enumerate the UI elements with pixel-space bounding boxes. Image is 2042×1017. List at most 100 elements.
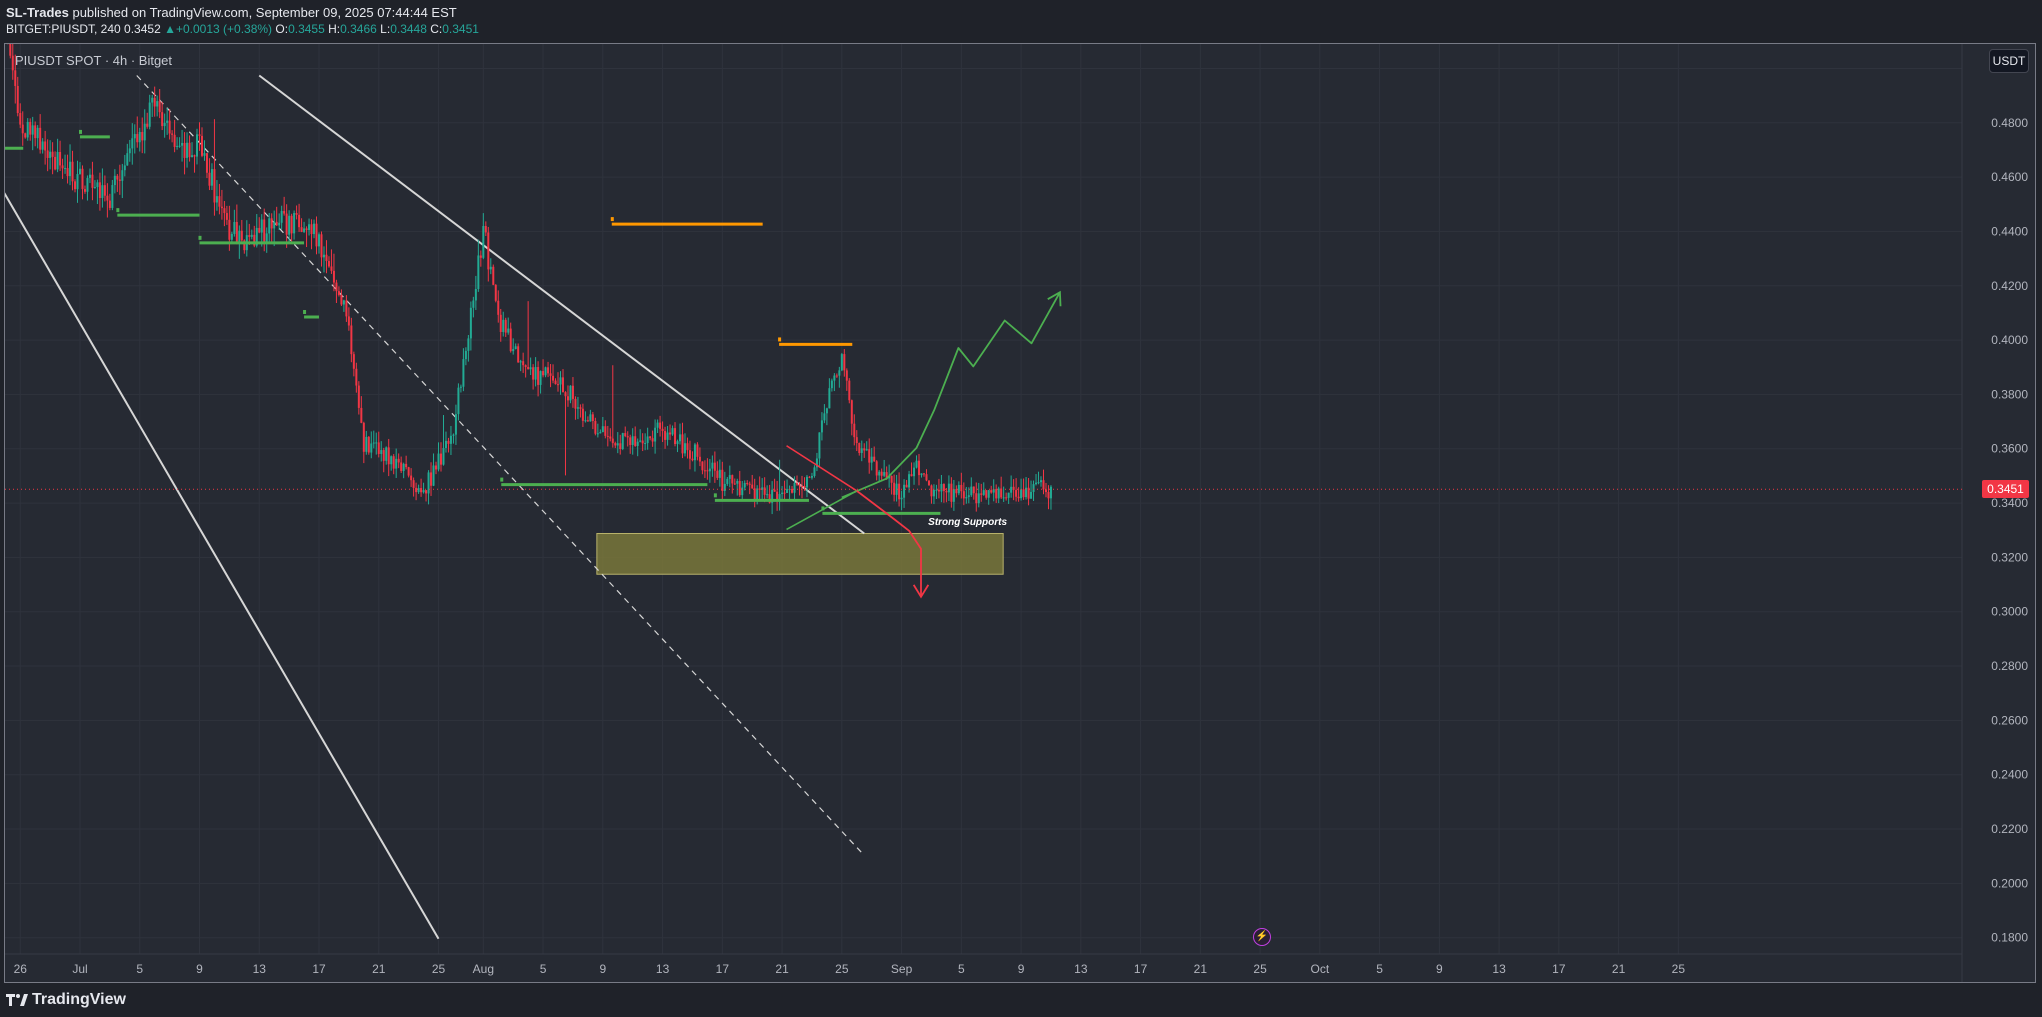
candle-body	[76, 174, 79, 190]
candle-body	[940, 484, 943, 492]
price-change: +0.0013 (+0.38%)	[175, 22, 273, 36]
candle-body	[425, 490, 428, 494]
candle-body	[502, 319, 505, 333]
candle-body	[93, 187, 96, 189]
chart-area[interactable]: 0.50000.48000.46000.44000.42000.40000.38…	[4, 43, 2036, 983]
horizontal-levels[interactable]	[5, 129, 941, 515]
candle-body	[133, 134, 136, 139]
candle-body	[619, 443, 622, 450]
candle-body	[995, 489, 998, 499]
candle-body	[698, 456, 701, 462]
candle-body	[26, 121, 29, 138]
candle-body	[240, 230, 243, 241]
candle-body	[308, 224, 311, 231]
time-tick-label: 25	[432, 962, 446, 976]
candle-body	[674, 428, 677, 445]
candle-body	[890, 475, 893, 483]
candle-body	[967, 495, 970, 498]
candle-body	[833, 375, 836, 381]
candle-body	[825, 408, 828, 414]
candle-body	[325, 254, 328, 262]
candle-body	[1047, 492, 1050, 499]
candle-body	[472, 300, 475, 308]
price-tick-label: 0.4800	[1991, 116, 2028, 130]
support-zone[interactable]	[596, 532, 1004, 575]
candle-body	[808, 476, 811, 478]
lightning-icon[interactable]: ⚡	[1253, 928, 1271, 946]
candle-body	[138, 131, 141, 143]
candle-body	[444, 440, 447, 449]
candle-body	[484, 226, 487, 233]
candle-body	[820, 420, 823, 433]
candle-body	[1032, 484, 1035, 492]
candle-body	[679, 434, 682, 442]
high-value: 0.3466	[340, 22, 377, 36]
candle-body	[532, 367, 535, 380]
triangle-lines[interactable]	[786, 445, 858, 531]
candle-body	[835, 375, 838, 377]
publish-info: SL-Trades published on TradingView.com, …	[6, 5, 457, 20]
candle-body	[474, 289, 477, 301]
time-tick-label: 17	[312, 962, 326, 976]
candle-body	[355, 368, 358, 386]
candle-body	[183, 142, 186, 158]
candle-body	[86, 177, 89, 192]
candle-body	[915, 460, 918, 468]
candle-body	[88, 174, 91, 178]
candle-body	[123, 165, 126, 171]
candle-body	[972, 486, 975, 494]
tradingview-logo[interactable]: TradingView	[6, 991, 126, 1009]
time-tick-label: 21	[1194, 962, 1208, 976]
symbol-interval: BITGET:PIUSDT, 240	[6, 22, 121, 36]
candle-body	[69, 161, 72, 177]
candle-body	[322, 254, 325, 258]
candle-body	[437, 453, 440, 470]
time-tick-label: 13	[656, 962, 670, 976]
price-tick-label: 0.3800	[1991, 387, 2028, 401]
candle-body	[987, 490, 990, 498]
time-tick-label: 13	[1492, 962, 1506, 976]
symbol-title[interactable]: PIUSDT SPOT · 4h · Bitget	[15, 53, 172, 68]
resistance-level-marker	[610, 217, 614, 222]
author-name[interactable]: SL-Trades	[6, 5, 69, 20]
candle-body	[141, 131, 144, 141]
candle-body	[439, 453, 442, 465]
candle-body	[927, 480, 930, 486]
candle-body	[898, 483, 901, 500]
candle-body	[347, 316, 350, 326]
candle-body	[283, 210, 286, 214]
candle-body	[360, 407, 363, 423]
price-tick-label: 0.2000	[1991, 876, 2028, 890]
time-tick-label: Jul	[72, 962, 87, 976]
candle-body	[31, 125, 34, 135]
candle-body	[828, 388, 831, 409]
candle-body	[36, 127, 39, 139]
close-value: 0.3451	[442, 22, 479, 36]
support-level-marker	[116, 208, 120, 213]
candle-body	[156, 101, 159, 107]
candle-body	[106, 195, 109, 201]
candle-body	[367, 436, 370, 453]
support-level-marker	[303, 310, 307, 314]
open-label: O:	[275, 22, 289, 36]
candle-body	[601, 426, 604, 433]
candle-body	[410, 475, 413, 481]
time-axis[interactable]: 2226Jul5913172125Aug5913172125Sep5913172…	[5, 962, 1686, 976]
chart-canvas[interactable]: 0.50000.48000.46000.44000.42000.40000.38…	[5, 44, 2035, 982]
candle-body	[467, 338, 470, 351]
price-axis[interactable]: 0.50000.48000.46000.44000.42000.40000.38…	[1991, 61, 2028, 944]
candle-body	[210, 169, 213, 186]
currency-button[interactable]: USDT	[1989, 49, 2029, 73]
candle-body	[646, 436, 649, 443]
price-tick-label: 0.4200	[1991, 279, 2028, 293]
candle-body	[723, 483, 726, 491]
candle-body	[708, 468, 711, 472]
price-tick-label: 0.4000	[1991, 333, 2028, 347]
candle-body	[713, 462, 716, 471]
candle-body	[497, 300, 500, 315]
candle-body	[649, 436, 652, 439]
candle-body	[718, 469, 721, 478]
candle-body	[753, 488, 756, 501]
candle-body	[422, 490, 425, 493]
candle-body	[186, 142, 189, 158]
